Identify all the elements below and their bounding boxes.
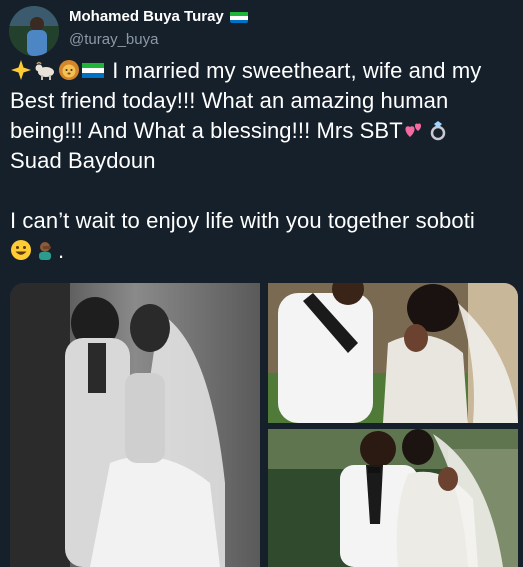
goat-icon — [35, 61, 54, 80]
tweet-line-4: Suad Baydoun — [10, 148, 156, 173]
tweet-media-grid — [10, 283, 518, 567]
avatar[interactable] — [9, 6, 59, 56]
person-facepalming-icon — [39, 242, 51, 260]
tweet-line-5: I can’t wait to enjoy life with you toge… — [10, 208, 475, 233]
ring-icon — [430, 121, 445, 141]
sierra-leone-flag-icon — [229, 11, 248, 23]
wedding-photo-bw[interactable] — [10, 283, 260, 567]
sparkle-star-icon — [11, 60, 31, 80]
tweet-line-2: Best friend today!!! What an amazing hum… — [10, 88, 449, 113]
user-handle[interactable]: @turay_buya — [69, 31, 158, 48]
wedding-photo-top-right[interactable] — [268, 283, 518, 423]
tweet-line-3: being!!! And What a blessing!!! Mrs SBT — [10, 118, 403, 143]
smiley-icon — [11, 240, 31, 260]
wedding-photo-bottom-right[interactable] — [268, 429, 518, 567]
lion-icon — [59, 60, 79, 80]
revolving-hearts-icon — [405, 123, 421, 137]
tweet-line-6-suffix: . — [58, 238, 65, 263]
avatar-photo — [9, 6, 59, 56]
display-name[interactable]: Mohamed Buya Turay — [69, 8, 224, 25]
sierra-leone-flag-icon — [82, 63, 104, 78]
tweet-line-1: I married my sweetheart, wife and my — [112, 58, 482, 83]
tweet-text: I married my sweetheart, wife and my Bes… — [10, 56, 518, 266]
